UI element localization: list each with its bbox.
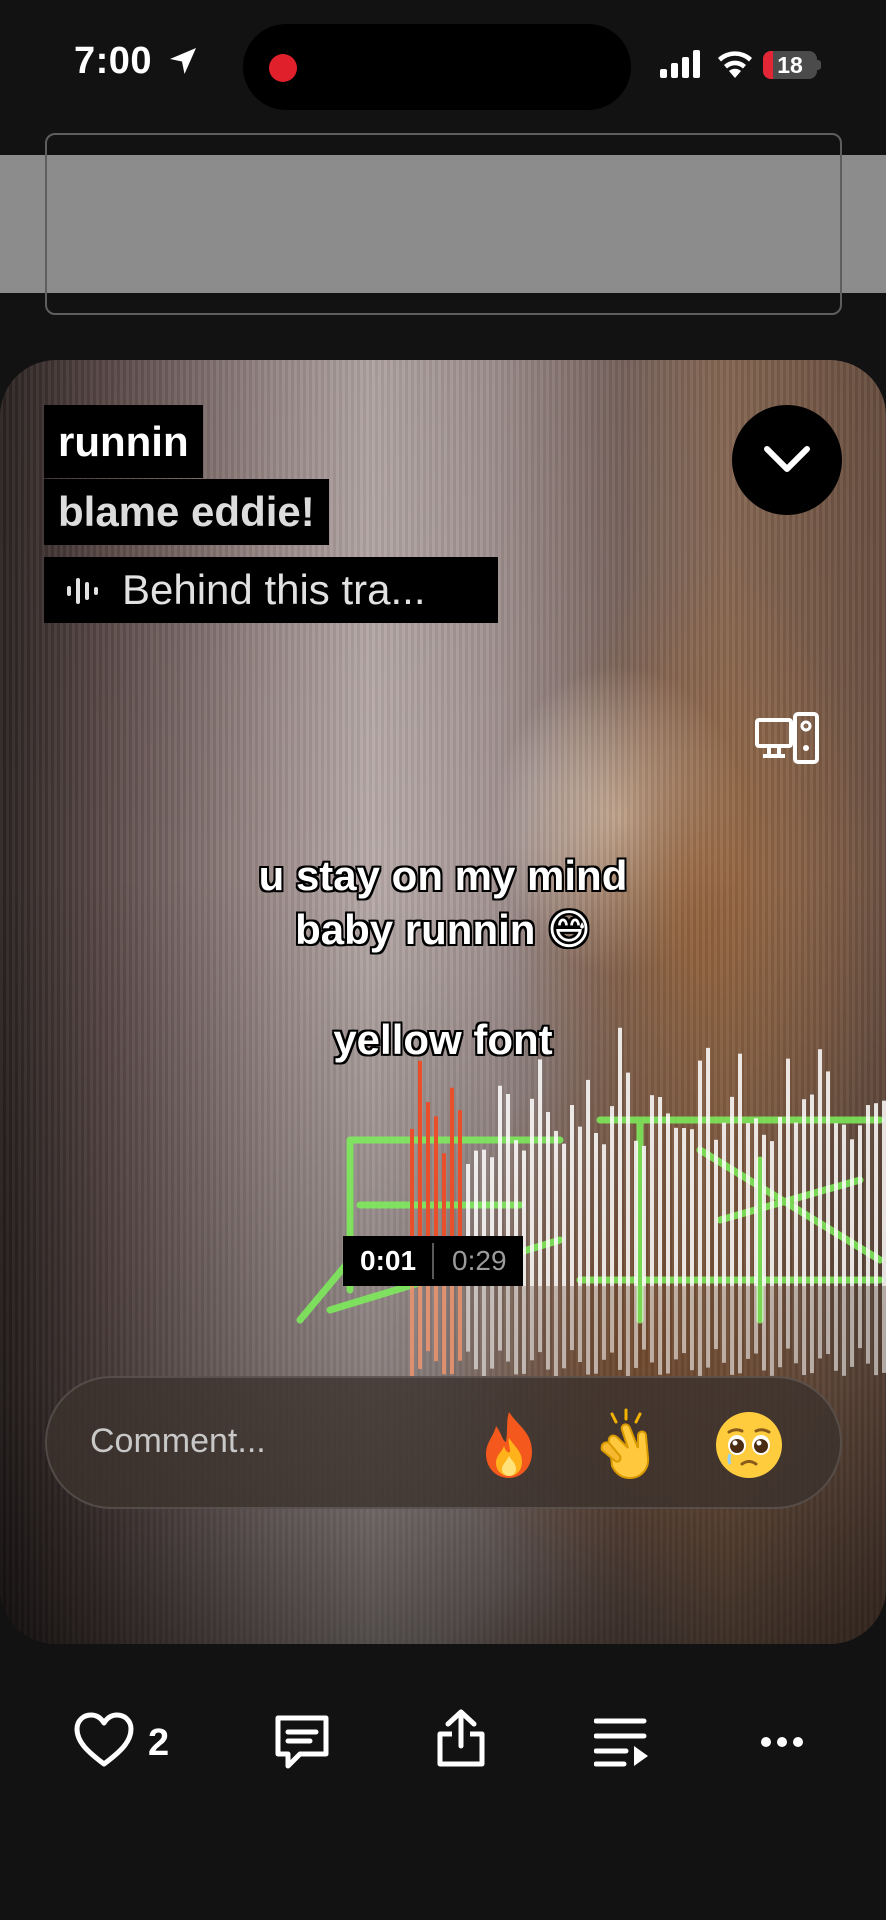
cellular-signal-icon: [660, 50, 700, 78]
location-arrow-icon: [170, 48, 196, 74]
clap-reaction-button[interactable]: [592, 1408, 666, 1482]
caption-text: yellow font: [333, 1016, 553, 1063]
action-bar: 2: [0, 1700, 886, 1790]
recording-indicator: [269, 54, 297, 82]
chevron-down-icon: [764, 446, 810, 472]
battery-icon: 18: [763, 51, 821, 79]
wifi-icon: [718, 51, 752, 78]
status-bar: 7:00 18: [0, 0, 886, 130]
banner-frame[interactable]: [45, 133, 842, 315]
track-title[interactable]: runnin: [44, 405, 203, 478]
fire-reaction-button[interactable]: [472, 1408, 546, 1482]
heart-icon[interactable]: [74, 1712, 134, 1768]
comment-icon[interactable]: [272, 1714, 332, 1772]
comment-input[interactable]: Comment...: [90, 1422, 266, 1461]
artist-name[interactable]: blame eddie!: [44, 479, 329, 545]
lyrics-line-1: u stay on my mind: [258, 852, 628, 899]
current-time: 0:01: [360, 1245, 417, 1276]
share-icon[interactable]: [436, 1708, 486, 1768]
comment-bar[interactable]: Comment...: [45, 1376, 842, 1509]
like-count: 2: [148, 1722, 170, 1764]
add-to-queue-icon[interactable]: [594, 1716, 650, 1768]
lyrics-line-2: baby runnin 😅: [295, 906, 591, 953]
pleading-face-reaction-button[interactable]: [712, 1408, 786, 1482]
lyrics-text: u stay on my mind baby runnin 😅: [180, 849, 706, 957]
status-time: 7:00: [74, 40, 153, 82]
behind-this-track-label: Behind this tra...: [122, 566, 426, 613]
battery-level: 18: [777, 52, 803, 78]
audio-bars-icon: [67, 578, 98, 604]
more-icon[interactable]: [760, 1736, 804, 1748]
connect-device-icon[interactable]: [755, 712, 819, 764]
dynamic-island: [243, 24, 631, 110]
duration: 0:29: [452, 1245, 507, 1276]
playback-time: 0:01 0:29: [343, 1236, 523, 1286]
behind-this-track-button[interactable]: Behind this tra...: [44, 557, 498, 623]
collapse-button[interactable]: [732, 405, 842, 515]
